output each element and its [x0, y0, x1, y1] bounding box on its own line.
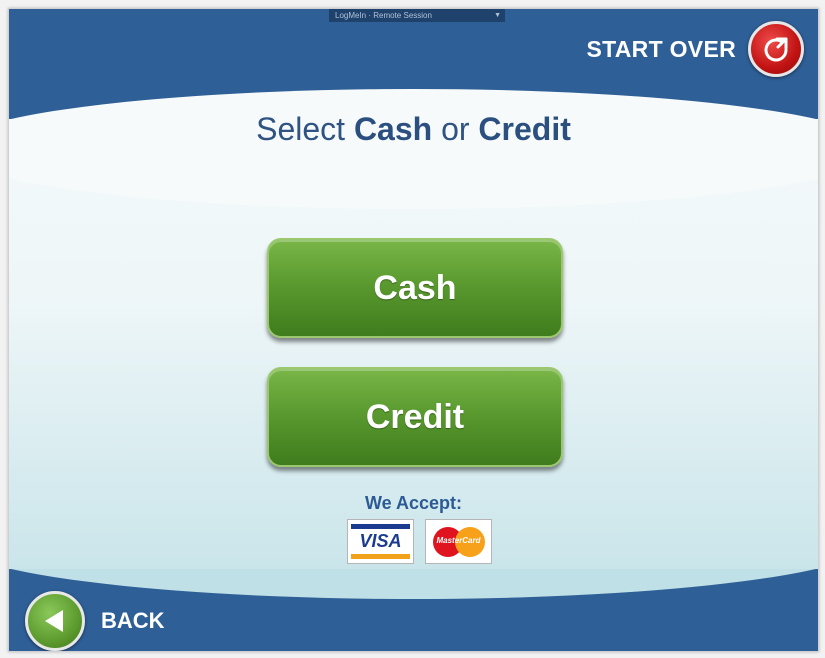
- top-banner-curve: [9, 89, 818, 209]
- back-arrow-icon: [25, 591, 85, 651]
- mastercard-logo-text: MasterCard: [436, 536, 481, 545]
- visa-logo-text: VISA: [359, 531, 402, 551]
- kiosk-screen: LogMeIn · Remote Session ▼ START OVER Se…: [8, 8, 819, 652]
- cash-button[interactable]: Cash: [267, 238, 563, 338]
- visa-stripe-bottom: [351, 554, 410, 559]
- mastercard-logo-icon: MasterCard: [425, 519, 492, 564]
- page-title-credit: Credit: [478, 111, 571, 147]
- back-label: BACK: [101, 608, 165, 633]
- back-button[interactable]: BACK: [25, 591, 165, 651]
- credit-button[interactable]: Credit: [267, 367, 563, 467]
- start-over-button[interactable]: START OVER: [586, 17, 804, 81]
- visa-logo-icon: VISA: [347, 519, 414, 564]
- visa-stripe-top: [351, 524, 410, 529]
- remote-session-overlay[interactable]: LogMeIn · Remote Session ▼: [329, 9, 505, 22]
- chevron-down-icon: ▼: [494, 12, 501, 19]
- restart-arrow-icon: [748, 21, 804, 77]
- remote-session-label: LogMeIn · Remote Session: [335, 11, 432, 20]
- page-title-cash: Cash: [353, 111, 433, 147]
- we-accept-label: We Accept:: [364, 493, 463, 513]
- start-over-label: START OVER: [586, 35, 736, 62]
- page-title-prefix: Select: [256, 111, 354, 147]
- page-title: Select Cash or Credit: [9, 111, 818, 148]
- page-title-middle: or: [432, 111, 479, 147]
